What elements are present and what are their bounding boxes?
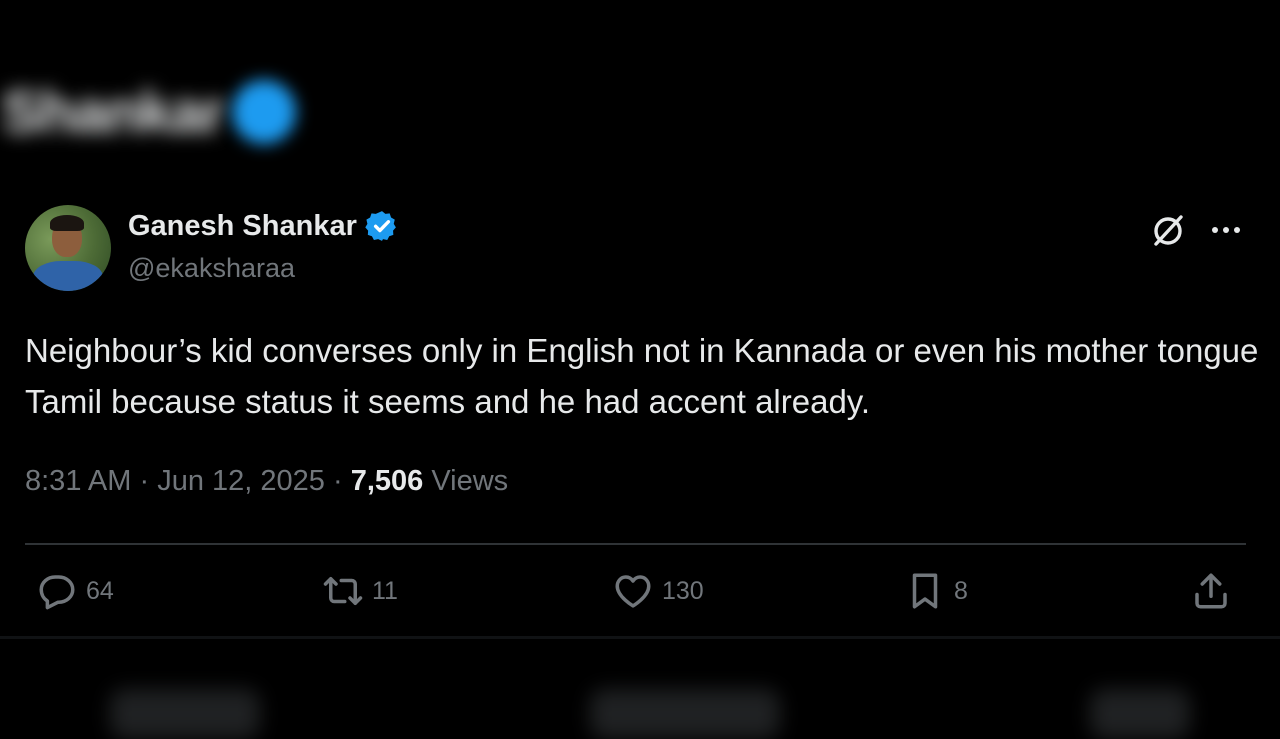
share-icon (1195, 573, 1227, 609)
bookmark-icon (912, 573, 938, 609)
author-block: Ganesh Shankar @ekaksharaa (128, 205, 399, 284)
like-button[interactable]: 130 (612, 570, 704, 612)
bookmark-count: 8 (954, 576, 968, 605)
views-label: Views (431, 465, 509, 497)
meta-separator: · (332, 465, 343, 497)
avatar[interactable] (25, 205, 111, 291)
action-bar: 64 11 130 8 (0, 570, 1280, 620)
author-name[interactable]: Ganesh Shankar (128, 210, 357, 243)
tweet-date[interactable]: Jun 12, 2025 (157, 465, 325, 497)
blurred-verified-badge-icon (231, 80, 296, 144)
reply-icon (39, 575, 75, 610)
retweet-button[interactable]: 11 (322, 570, 398, 612)
blurred-profile-name: Shankar (2, 79, 225, 145)
retweet-count: 11 (372, 576, 398, 605)
tweet-time[interactable]: 8:31 AM (25, 465, 131, 497)
author-handle[interactable]: @ekaksharaa (128, 253, 399, 284)
verified-badge-icon (365, 211, 396, 241)
tweet-meta: 8:31 AM · Jun 12, 2025 · 7,506 Views (25, 465, 508, 498)
meta-separator: · (139, 465, 150, 497)
divider (25, 543, 1246, 545)
share-button[interactable] (1190, 570, 1240, 612)
retweet-icon (323, 577, 363, 605)
blurred-profile-header: Shankar (0, 62, 330, 162)
views-count: 7,506 (350, 465, 424, 497)
heart-icon (615, 575, 651, 608)
next-tweet-preview (0, 636, 1280, 739)
reply-count: 64 (86, 576, 114, 605)
grok-icon[interactable] (1148, 210, 1188, 250)
reply-button[interactable]: 64 (36, 570, 114, 612)
like-count: 130 (662, 576, 704, 605)
bookmark-button[interactable]: 8 (904, 570, 968, 612)
more-options-icon[interactable] (1208, 212, 1244, 248)
tweet-text: Neighbour’s kid converses only in Englis… (25, 332, 1259, 420)
